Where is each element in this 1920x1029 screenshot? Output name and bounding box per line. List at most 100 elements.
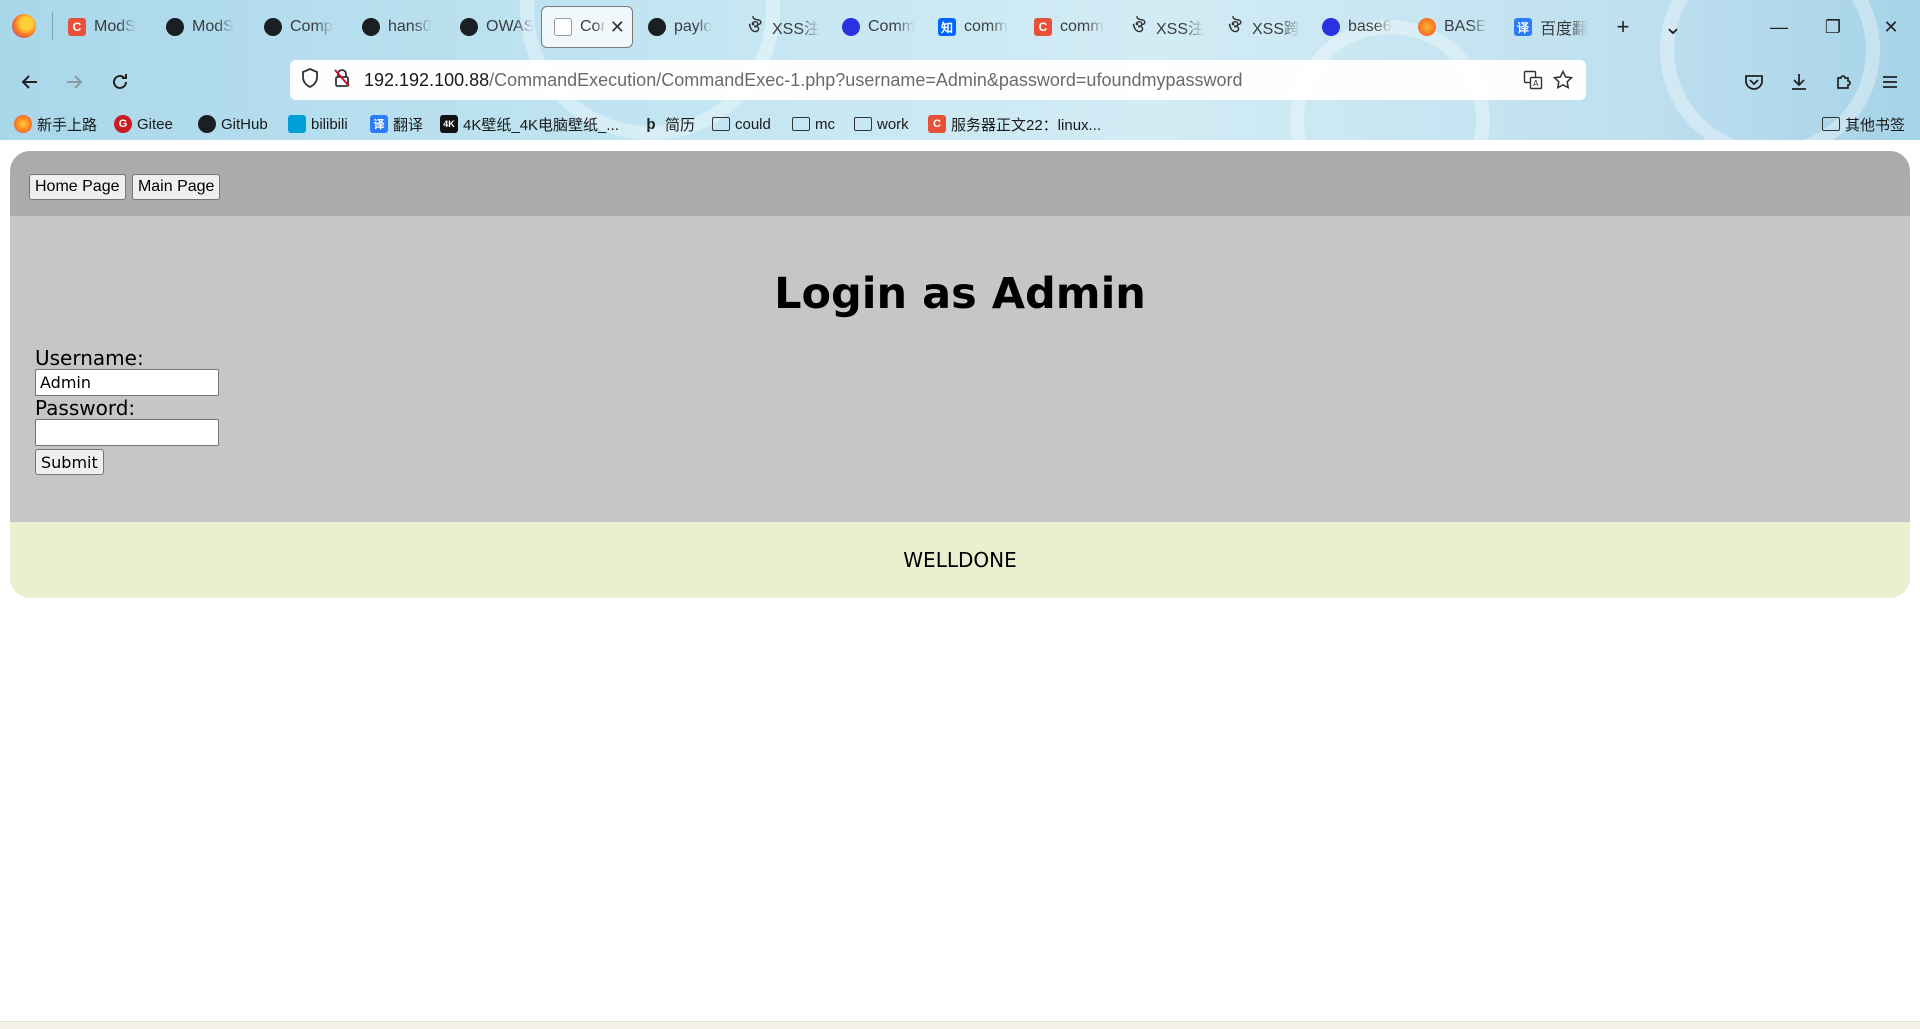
- new-tab-button[interactable]: +: [1606, 10, 1640, 44]
- firefox-icon[interactable]: [12, 14, 36, 38]
- close-window-button[interactable]: ✕: [1868, 8, 1914, 46]
- tab[interactable]: ঔ XSS跨: [1214, 6, 1306, 48]
- bookmark-item[interactable]: G Gitee: [114, 112, 173, 136]
- pocket-button[interactable]: [1736, 64, 1772, 100]
- tab[interactable]: Comm: [830, 6, 922, 48]
- fanyi-icon: 译: [370, 115, 388, 133]
- fanyi-icon: 译: [1514, 18, 1532, 36]
- dvwa-icon: [554, 18, 572, 36]
- tab[interactable]: BASE: [1406, 6, 1498, 48]
- tab[interactable]: ModS: [154, 6, 246, 48]
- web-page: Home Page Main Page Login as Admin Usern…: [0, 140, 1920, 1020]
- bookmark-folder[interactable]: mc: [792, 112, 835, 136]
- tab[interactable]: C comm: [1022, 6, 1114, 48]
- butterfly-icon: ঔ: [748, 18, 762, 36]
- tab-label: Cor: [580, 18, 606, 35]
- translate-icon[interactable]: A: [1518, 68, 1548, 92]
- pocket-icon: [1745, 75, 1763, 90]
- url-host: 192.192.100.88: [364, 69, 490, 90]
- minimize-button[interactable]: —: [1756, 8, 1802, 46]
- tab-separator: [52, 12, 53, 40]
- bookmark-item[interactable]: bilibili: [288, 112, 348, 136]
- bookmark-item[interactable]: GitHub: [198, 112, 268, 136]
- home-page-button[interactable]: Home Page: [29, 174, 126, 200]
- submit-button[interactable]: Submit: [35, 449, 104, 475]
- bookmark-label: 4K壁纸_4K电脑壁纸_...: [463, 116, 619, 134]
- tab[interactable]: base6: [1310, 6, 1402, 48]
- bookmark-item[interactable]: 译 翻译: [370, 112, 423, 136]
- tab[interactable]: paylo: [636, 6, 728, 48]
- github-icon: [166, 18, 184, 36]
- extensions-button[interactable]: [1826, 64, 1862, 100]
- other-bookmarks-folder[interactable]: 其他书签: [1822, 112, 1905, 136]
- bookmark-item[interactable]: 4K 4K壁纸_4K电脑壁纸_...: [440, 112, 619, 136]
- bookmark-item[interactable]: 新手上路: [14, 112, 97, 136]
- reload-button[interactable]: [102, 64, 138, 100]
- tab-label: Comm: [868, 18, 916, 35]
- download-icon: [1792, 74, 1806, 90]
- bookmark-folder[interactable]: work: [854, 112, 909, 136]
- arrow-left-icon: [21, 75, 37, 89]
- result-footer: WELLDONE: [10, 522, 1910, 598]
- url-bar[interactable]: 192.192.100.88/CommandExecution/CommandE…: [290, 60, 1586, 100]
- tab-label: XSS注: [1156, 21, 1205, 38]
- tab-label: XSS注: [772, 21, 821, 38]
- tab[interactable]: 译 百度翻: [1502, 6, 1594, 48]
- username-input[interactable]: [35, 369, 219, 396]
- zhihu-icon: 知: [938, 18, 956, 36]
- url-path: /CommandExecution/CommandExec-1.php?user…: [489, 69, 1243, 90]
- page-container: Home Page Main Page Login as Admin Usern…: [10, 151, 1910, 598]
- swirl-icon: [1418, 18, 1436, 36]
- tab-label: hans0: [388, 18, 432, 35]
- arrow-right-icon: [67, 75, 83, 89]
- github-icon: [198, 115, 216, 133]
- login-form: Username: Password: Submit: [35, 347, 219, 475]
- result-message: WELLDONE: [903, 548, 1017, 572]
- tab-label: comm: [964, 18, 1008, 35]
- insecure-lock-icon[interactable]: [326, 68, 358, 93]
- bookmark-label: 翻译: [393, 116, 424, 134]
- resume-icon: ϸ: [646, 115, 656, 133]
- bilibili-icon: [288, 115, 306, 133]
- bookmark-label: 简历: [665, 116, 696, 134]
- bookmark-star-icon[interactable]: [1548, 68, 1578, 92]
- downloads-button[interactable]: [1781, 64, 1817, 100]
- bookmark-label: 其他书签: [1845, 116, 1906, 134]
- tab-label: ModS: [94, 18, 136, 35]
- main-page-button[interactable]: Main Page: [131, 174, 221, 200]
- tab-active[interactable]: Cor ✕: [541, 6, 633, 48]
- tab[interactable]: hans0: [350, 6, 442, 48]
- tab-list-button[interactable]: ⌄: [1656, 10, 1690, 44]
- restore-button[interactable]: ❐: [1810, 8, 1856, 46]
- puzzle-icon: [1837, 75, 1851, 89]
- shield-icon[interactable]: [294, 67, 326, 93]
- tab[interactable]: ঔ XSS注: [1118, 6, 1210, 48]
- baidu-icon: [842, 18, 860, 36]
- bookmark-folder[interactable]: could: [712, 112, 771, 136]
- tab[interactable]: C ModS: [56, 6, 148, 48]
- forward-button[interactable]: [56, 64, 92, 100]
- tab-label: XSS跨: [1252, 21, 1301, 38]
- bookmark-label: work: [877, 115, 909, 133]
- reload-icon: [113, 74, 127, 89]
- butterfly-icon: ঔ: [1132, 18, 1146, 36]
- tab-label: BASE: [1444, 18, 1487, 35]
- close-tab-icon[interactable]: ✕: [610, 17, 625, 38]
- folder-icon: [712, 117, 730, 131]
- main-content: Login as Admin Username: Password: Submi…: [10, 216, 1910, 522]
- tab[interactable]: Comp: [252, 6, 344, 48]
- baidu-icon: [1322, 18, 1340, 36]
- csdn-icon: C: [68, 18, 86, 36]
- password-input[interactable]: [35, 419, 219, 446]
- github-icon: [362, 18, 380, 36]
- tab[interactable]: ঔ XSS注: [734, 6, 826, 48]
- browser-chrome: C ModS ModS Comp hans0 OWAS Cor ✕ paylo: [0, 0, 1920, 140]
- bookmark-item[interactable]: ϸ 简历: [642, 112, 695, 136]
- tab-label: OWAS: [486, 18, 535, 35]
- bookmark-item[interactable]: C 服务器正文22：linux...: [928, 112, 1101, 136]
- back-button[interactable]: [12, 64, 48, 100]
- tab[interactable]: OWAS: [448, 6, 540, 48]
- menu-button[interactable]: [1872, 64, 1908, 100]
- tab[interactable]: 知 comm: [926, 6, 1018, 48]
- navigation-bar: 192.192.100.88/CommandExecution/CommandE…: [0, 54, 1920, 108]
